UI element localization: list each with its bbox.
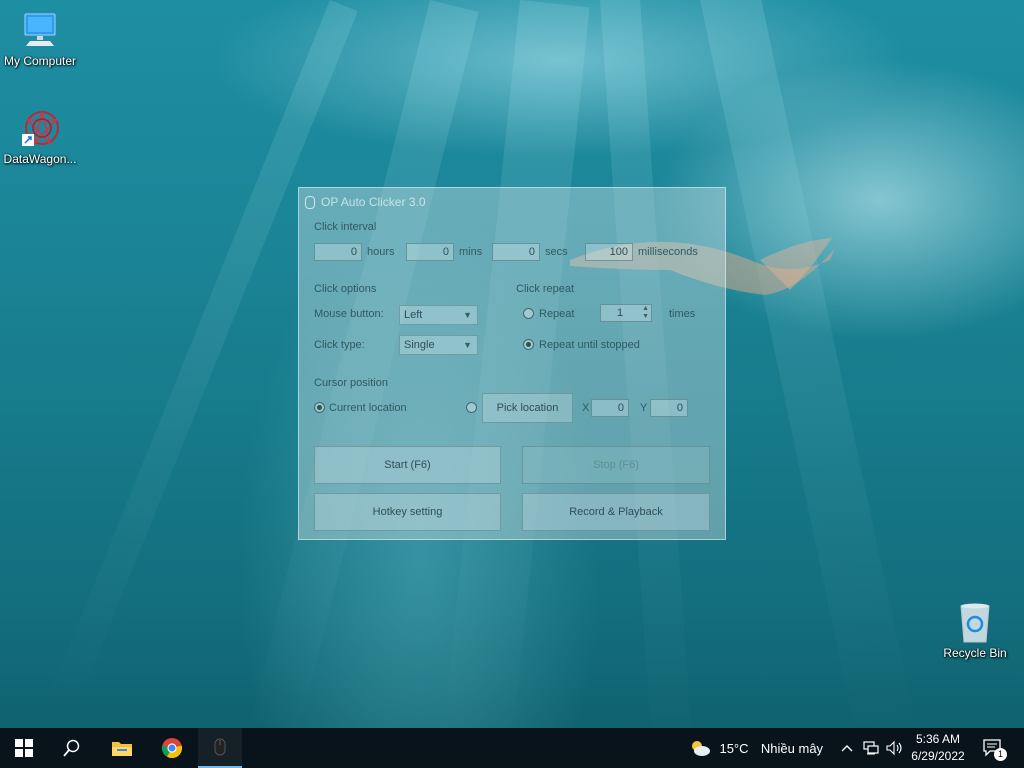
mouse-button-label: Mouse button: <box>314 308 384 320</box>
folder-icon <box>112 742 132 756</box>
search-icon <box>63 739 80 757</box>
cursor-position-label: Cursor position <box>314 377 388 389</box>
notification-count-badge: 1 <box>994 748 1007 761</box>
file-explorer-button[interactable] <box>98 728 146 768</box>
clock[interactable]: 5:36 AM 6/29/2022 <box>908 731 968 765</box>
start-menu-button[interactable] <box>0 728 48 768</box>
repeat-label: Repeat <box>539 308 575 320</box>
x-coordinate-input[interactable]: 0 <box>591 399 629 417</box>
auto-clicker-taskbar-button[interactable] <box>198 728 242 768</box>
hotkey-setting-button[interactable]: Hotkey setting <box>314 493 501 531</box>
desktop-icon-label: My Computer <box>3 54 77 68</box>
window-title: OP Auto Clicker 3.0 <box>321 195 426 209</box>
recycle-bin-icon <box>955 602 995 643</box>
datawagon-icon <box>20 108 60 148</box>
auto-clicker-window[interactable]: OP Auto Clicker 3.0 Click interval 0 hou… <box>298 187 726 540</box>
y-label: Y <box>640 402 648 414</box>
repeat-count-stepper[interactable]: 1 ▲ ▼ <box>600 304 652 322</box>
pick-location-radio[interactable] <box>466 402 477 413</box>
stepper-arrows-icon[interactable]: ▲ ▼ <box>642 305 649 321</box>
desktop-icon-datawagon[interactable]: DataWagon... <box>0 108 80 166</box>
chrome-icon <box>161 738 183 759</box>
click-repeat-label: Click repeat <box>516 283 575 295</box>
hours-unit-label: hours <box>367 246 395 258</box>
weather-description[interactable]: Nhiều mây <box>756 728 828 768</box>
monitor-icon <box>20 10 60 50</box>
chevron-down-icon: ▼ <box>463 340 472 350</box>
pick-location-button[interactable]: Pick location <box>482 393 573 423</box>
clock-time: 5:36 AM <box>915 732 961 746</box>
click-type-label: Click type: <box>314 339 365 351</box>
chrome-button[interactable] <box>148 728 196 768</box>
x-label: X <box>582 402 590 414</box>
taskbar: 15°C Nhiều mây 5:36 AM 6/29/2022 1 <box>0 728 1024 768</box>
window-title-bar[interactable]: OP Auto Clicker 3.0 <box>305 194 426 210</box>
current-location-radio[interactable] <box>314 402 325 413</box>
milliseconds-input[interactable]: 100 <box>585 243 633 261</box>
times-label: times <box>669 308 696 320</box>
click-type-value: Single <box>404 339 435 351</box>
current-location-label: Current location <box>329 402 407 414</box>
milliseconds-unit-label: milliseconds <box>638 246 698 258</box>
weather-cloud-icon[interactable] <box>688 728 712 768</box>
clock-date: 6/29/2022 <box>911 749 965 763</box>
search-button[interactable] <box>48 728 96 768</box>
mins-input[interactable]: 0 <box>406 243 454 261</box>
repeat-radio[interactable] <box>523 308 534 319</box>
desktop-icon-label: Recycle Bin <box>943 646 1007 660</box>
repeat-count-value: 1 <box>616 307 624 319</box>
mins-unit-label: mins <box>459 246 483 258</box>
desktop-icon-recycle-bin[interactable]: Recycle Bin <box>935 602 1015 660</box>
record-playback-button[interactable]: Record & Playback <box>522 493 710 531</box>
chevron-down-icon: ▼ <box>463 310 472 320</box>
network-icon[interactable] <box>860 728 882 768</box>
stop-button[interactable]: Stop (F6) <box>522 446 710 484</box>
volume-icon[interactable] <box>884 728 906 768</box>
weather-temperature[interactable]: 15°C <box>716 728 752 768</box>
click-type-select[interactable]: Single ▼ <box>399 335 478 355</box>
start-button[interactable]: Start (F6) <box>314 446 501 484</box>
repeat-until-stopped-radio[interactable] <box>523 339 534 350</box>
mouse-button-value: Left <box>404 309 423 321</box>
desktop-icon-my-computer[interactable]: My Computer <box>0 10 80 68</box>
click-interval-label: Click interval <box>314 221 377 233</box>
secs-unit-label: secs <box>545 246 568 258</box>
action-center-button[interactable]: 1 <box>978 728 1008 768</box>
repeat-until-stopped-label: Repeat until stopped <box>539 339 640 351</box>
mouse-button-select[interactable]: Left ▼ <box>399 305 478 325</box>
y-coordinate-input[interactable]: 0 <box>650 399 688 417</box>
click-options-label: Click options <box>314 283 377 295</box>
mouse-icon <box>214 738 226 756</box>
hours-input[interactable]: 0 <box>314 243 362 261</box>
chevron-up-icon[interactable] <box>838 728 856 768</box>
desktop-icon-label: DataWagon... <box>3 152 77 166</box>
mouse-icon <box>305 195 315 209</box>
windows-logo-icon <box>15 739 33 757</box>
secs-input[interactable]: 0 <box>492 243 540 261</box>
